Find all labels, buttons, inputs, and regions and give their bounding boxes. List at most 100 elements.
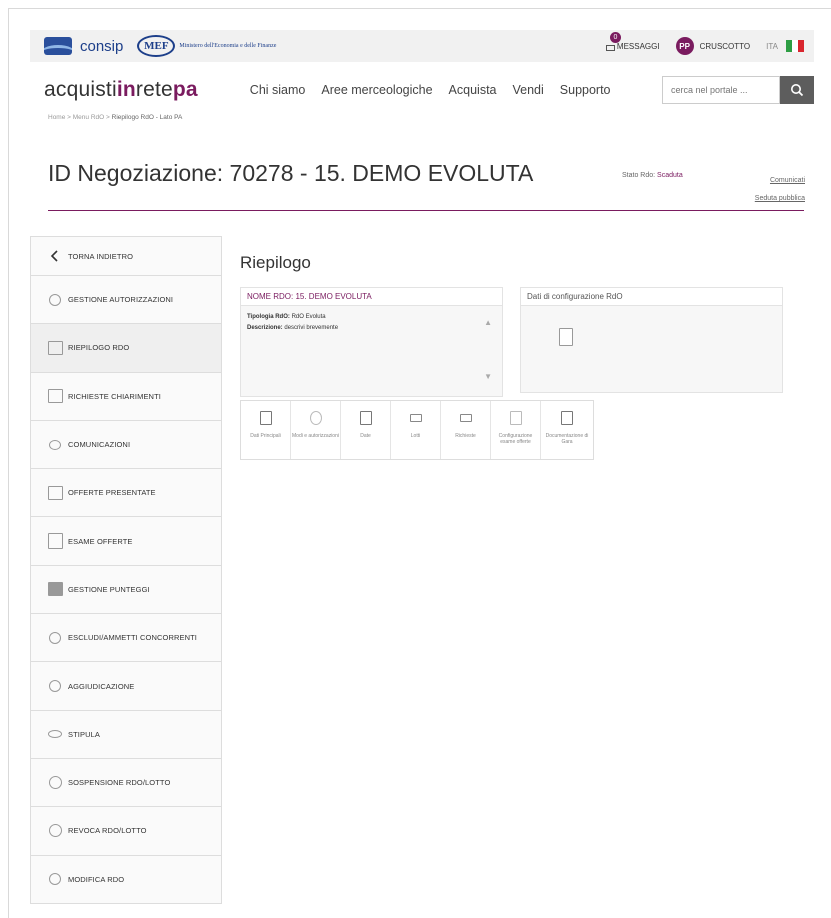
box-icon	[459, 414, 472, 422]
search-button[interactable]	[780, 76, 814, 104]
rdo-sections-toolbar: Dati Principali Modi e autorizzazioni Da…	[240, 400, 594, 460]
sidebar-item-label: GESTIONE PUNTEGGI	[68, 584, 150, 594]
dashboard-link[interactable]: CRUSCOTTO	[700, 42, 751, 51]
nav-menu: Chi siamo Aree merceologiche Acquista Ve…	[250, 83, 611, 97]
document-icon	[259, 411, 272, 425]
sidebar: TORNA INDIETRO GESTIONE AUTORIZZAZIONI R…	[30, 236, 222, 904]
consip-logo-text: consip	[80, 37, 124, 55]
nav-item-acquista[interactable]: Acquista	[449, 83, 497, 97]
sidebar-item-aggiudicazione[interactable]: AGGIUDICAZIONE	[31, 661, 221, 709]
breadcrumb-menu-rdo[interactable]: Menu RdO	[73, 114, 104, 121]
descrizione-value: descrivi brevemente	[284, 325, 339, 331]
sidebar-item-sospensione-rdo-lotto[interactable]: SOSPENSIONE RDO/LOTTO	[31, 757, 221, 806]
breadcrumb-separator: >	[106, 114, 110, 121]
sidebar-item-stipula[interactable]: STIPULA	[31, 709, 221, 758]
sidebar-item-label: RICHIESTE CHIARIMENTI	[68, 391, 161, 401]
tile-label: Richieste	[455, 433, 476, 439]
sidebar-item-escludi-ammetti-concorrenti[interactable]: ESCLUDI/AMMETTI CONCORRENTI	[31, 613, 221, 661]
tile-label: Configurazione esame offerte	[498, 433, 533, 445]
tile-label: Date	[360, 433, 371, 439]
envelope-icon	[605, 44, 615, 51]
messages-link[interactable]: 0 MESSAGGI	[605, 31, 660, 51]
settings-icon	[309, 411, 322, 425]
breadcrumb: Home > Menu RdO > Riepilogo RdO - Lato P…	[48, 114, 182, 121]
rdo-summary-body: Tipologia RdO: RdO Evoluta Descrizione: …	[241, 306, 502, 340]
nav-item-vendi[interactable]: Vendi	[513, 83, 544, 97]
search-input[interactable]	[662, 76, 780, 104]
breadcrumb-separator: >	[67, 114, 71, 121]
back-label: TORNA INDIETRO	[68, 251, 134, 261]
main-navbar: acquistiinretepa Chi siamo Aree merceolo…	[30, 72, 814, 108]
tile-documentazione-gara[interactable]: Documentazione di Gara	[541, 401, 593, 459]
tile-configurazione-esame-offerte[interactable]: Configurazione esame offerte	[491, 401, 541, 459]
header-links: Comunicati Seduta pubblica	[755, 172, 805, 208]
sidebar-item-offerte-presentate[interactable]: OFFERTE PRESENTATE	[31, 468, 221, 516]
users-icon	[45, 629, 65, 647]
status-label: Stato Rdo:	[622, 172, 656, 179]
sidebar-item-label: GESTIONE AUTORIZZAZIONI	[68, 295, 174, 305]
brand-text-3: rete	[135, 78, 173, 101]
tile-date[interactable]: Date	[341, 401, 391, 459]
clipboard-icon	[45, 532, 65, 550]
breadcrumb-home[interactable]: Home	[48, 114, 65, 121]
brand-text-1: acquisti	[44, 78, 117, 101]
nav-item-chi-siamo[interactable]: Chi siamo	[250, 83, 306, 97]
status-value: Scaduta	[657, 172, 683, 179]
sidebar-item-gestione-punteggi[interactable]: GESTIONE PUNTEGGI	[31, 564, 221, 613]
tile-lotti[interactable]: Lotti	[391, 401, 441, 459]
sidebar-item-label: AGGIUDICAZIONE	[68, 681, 135, 691]
rdo-name-header: NOME RDO: 15. DEMO EVOLUTA	[241, 288, 502, 306]
sidebar-item-revoca-rdo-lotto[interactable]: REVOCA RDO/LOTTO	[31, 806, 221, 854]
sidebar-item-label: SOSPENSIONE RDO/LOTTO	[68, 778, 171, 788]
config-card: Dati di configurazione RdO	[520, 287, 783, 393]
scoreboard-icon	[45, 580, 65, 598]
nav-item-aree-merceologiche[interactable]: Aree merceologiche	[321, 83, 432, 97]
pdf-icon[interactable]	[559, 328, 573, 346]
seduta-pubblica-link[interactable]: Seduta pubblica	[755, 190, 805, 208]
breadcrumb-current: Riepilogo RdO - Lato PA	[111, 114, 183, 121]
tipologia-label: Tipologia RdO:	[247, 314, 290, 320]
sidebar-item-modifica-rdo[interactable]: MODIFICA RDO	[31, 854, 221, 903]
nav-item-supporto[interactable]: Supporto	[560, 83, 611, 97]
config-card-header: Dati di configurazione RdO	[521, 288, 782, 306]
sidebar-item-label: REVOCA RDO/LOTTO	[68, 826, 147, 836]
sidebar-item-riepilogo-rdo[interactable]: RIEPILOGO RDO	[31, 323, 221, 372]
acquistinretepa-logo[interactable]: acquistiinretepa	[44, 78, 198, 102]
tile-richieste[interactable]: Richieste	[441, 401, 491, 459]
users-key-icon	[45, 291, 65, 309]
tipologia-value: RdO Evoluta	[291, 314, 326, 320]
sidebar-item-richieste-chiarimenti[interactable]: RICHIESTE CHIARIMENTI	[31, 371, 221, 420]
rdo-status: Stato Rdo: Scaduta	[622, 172, 683, 179]
user-avatar[interactable]: PP	[675, 37, 694, 55]
mef-logo[interactable]: MEF Ministero dell'Economia e delle Fina…	[137, 35, 289, 57]
title-divider	[48, 210, 804, 211]
sidebar-item-comunicazioni[interactable]: COMUNICAZIONI	[31, 419, 221, 468]
scroll-down-icon[interactable]: ▼	[484, 372, 492, 381]
gavel-icon	[45, 677, 65, 695]
italian-flag-icon[interactable]	[786, 40, 804, 52]
handshake-icon	[45, 725, 65, 743]
summary-icon	[45, 339, 65, 357]
page-title: ID Negoziazione: 70278 - 15. DEMO EVOLUT…	[48, 160, 534, 186]
comunicati-link[interactable]: Comunicati	[755, 172, 805, 190]
sidebar-item-esame-offerte[interactable]: ESAME OFFERTE	[31, 516, 221, 564]
scroll-up-icon[interactable]: ▲	[484, 318, 492, 327]
tile-dati-principali[interactable]: Dati Principali	[241, 401, 291, 459]
stop-circle-icon	[45, 822, 65, 840]
chevron-left-icon	[45, 247, 65, 265]
edit-icon	[45, 870, 65, 888]
sidebar-item-label: MODIFICA RDO	[68, 874, 125, 884]
consip-logo-icon	[44, 37, 72, 55]
back-button[interactable]: TORNA INDIETRO	[31, 237, 221, 275]
grid-icon	[509, 411, 522, 425]
sidebar-item-gestione-autorizzazioni[interactable]: GESTIONE AUTORIZZAZIONI	[31, 275, 221, 323]
tile-modi-autorizzazioni[interactable]: Modi e autorizzazioni	[291, 401, 341, 459]
sidebar-item-label: RIEPILOGO RDO	[68, 343, 130, 353]
sidebar-item-label: OFFERTE PRESENTATE	[68, 488, 156, 498]
language-label[interactable]: ITA	[766, 42, 778, 51]
sidebar-item-label: STIPULA	[68, 729, 100, 739]
brand-text-2: in	[116, 78, 136, 101]
search-icon	[791, 84, 804, 97]
tile-label: Documentazione di Gara	[545, 433, 589, 445]
consip-logo[interactable]: consip	[44, 37, 123, 55]
